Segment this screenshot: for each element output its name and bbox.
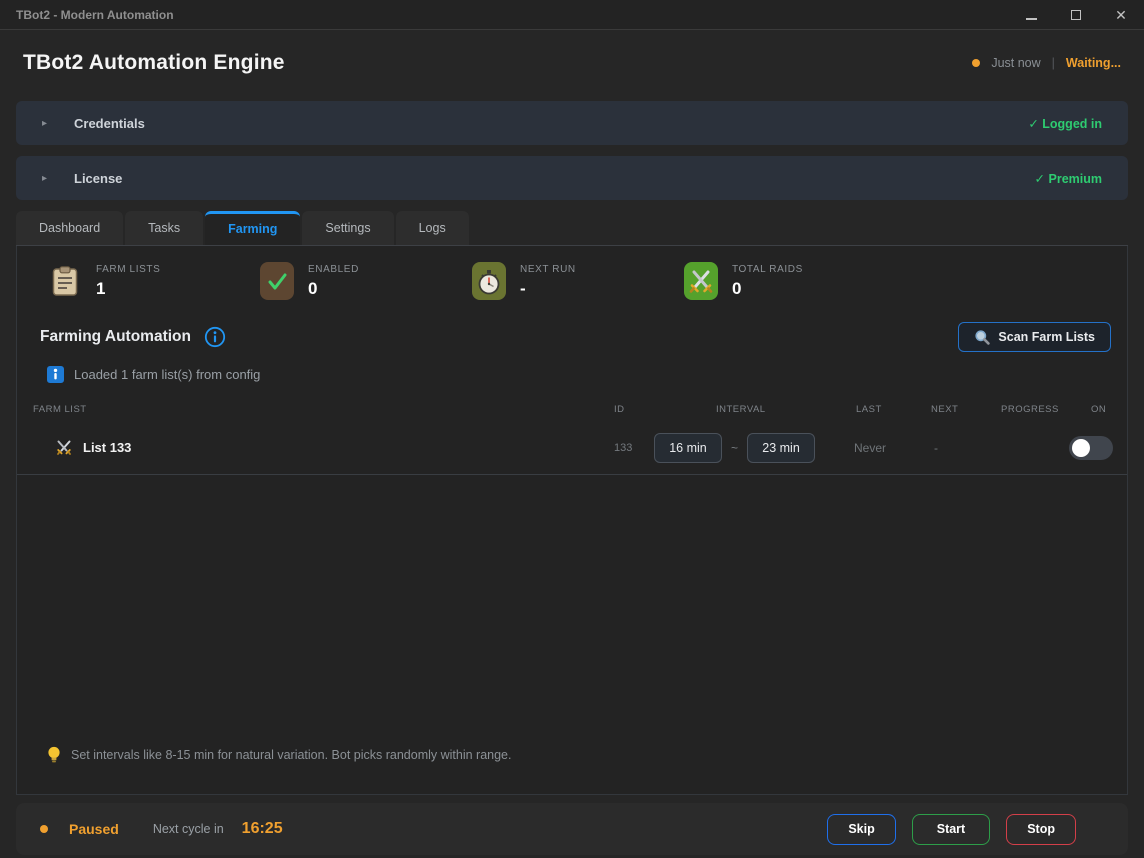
window-title: TBot2 - Modern Automation (16, 8, 174, 22)
header-status: Just now | Waiting... (972, 56, 1121, 70)
close-icon: ✕ (1115, 8, 1127, 22)
farm-list-id: 133 (598, 442, 646, 454)
last-updated-text: Just now (991, 56, 1040, 70)
tab-settings[interactable]: Settings (302, 211, 393, 245)
table-row: List 133 133 ~ Never - (17, 421, 1127, 475)
stat-farm-lists: FARM LISTS 1 (47, 262, 259, 300)
stat-next-run: NEXT RUN - (471, 262, 683, 300)
farm-list-table: FARM LIST ID INTERVAL LAST NEXT PROGRESS… (17, 397, 1127, 746)
stop-button[interactable]: Stop (1006, 814, 1076, 845)
farming-section-head: Farming Automation Scan Farm Lists (40, 322, 1111, 352)
crossed-swords-small-icon (55, 439, 73, 457)
bot-status-text: Waiting... (1066, 56, 1121, 70)
credentials-accordion[interactable]: ▸ Credentials ✓ Logged in (16, 101, 1128, 145)
stat-text: FARM LISTS 1 (96, 264, 160, 299)
stat-label: FARM LISTS (96, 264, 160, 275)
paused-dot-icon (40, 825, 48, 833)
stat-value: - (520, 279, 576, 299)
interval-cell: ~ (646, 433, 836, 463)
app-window: TBot2 - Modern Automation ✕ TBot2 Automa… (0, 0, 1144, 858)
tab-tasks[interactable]: Tasks (125, 211, 203, 245)
skip-button[interactable]: Skip (827, 814, 895, 845)
next-run-cell: - (916, 441, 981, 455)
tip-text: Set intervals like 8-15 min for natural … (71, 748, 511, 762)
farm-list-name: List 133 (83, 440, 131, 455)
status-separator: | (1052, 56, 1055, 70)
info-circle-icon[interactable] (204, 326, 226, 348)
config-info-message: Loaded 1 farm list(s) from config (47, 366, 1111, 383)
stat-value: 0 (308, 279, 359, 299)
stats-row: FARM LISTS 1 ENABLED 0 (17, 246, 1127, 300)
scan-button-label: Scan Farm Lists (998, 330, 1095, 344)
license-accordion[interactable]: ▸ License ✓ Premium (16, 156, 1128, 200)
next-cycle-label: Next cycle in (153, 822, 224, 836)
toggle-knob (1072, 439, 1090, 457)
check-icon (259, 262, 295, 300)
interval-tip: Set intervals like 8-15 min for natural … (17, 746, 1127, 764)
on-cell (1069, 436, 1113, 460)
stat-total-raids: TOTAL RAIDS 0 (683, 262, 895, 300)
chevron-right-icon: ▸ (42, 173, 52, 184)
stat-label: TOTAL RAIDS (732, 264, 803, 275)
info-square-icon (47, 366, 64, 383)
col-id: ID (598, 404, 646, 415)
chevron-right-icon: ▸ (42, 118, 52, 129)
close-button[interactable]: ✕ (1114, 8, 1128, 22)
farming-panel: FARM LISTS 1 ENABLED 0 (16, 246, 1128, 795)
premium-badge: ✓ Premium (1035, 171, 1102, 186)
tab-dashboard[interactable]: Dashboard (16, 211, 123, 245)
bot-state-label: Paused (69, 821, 119, 837)
titlebar: TBot2 - Modern Automation ✕ (0, 0, 1144, 30)
minimize-icon (1026, 18, 1037, 20)
col-on: ON (1069, 404, 1113, 415)
status-dot-icon (972, 59, 980, 67)
magnifier-icon (974, 329, 990, 345)
logged-in-badge: ✓ Logged in (1028, 116, 1102, 131)
col-farm-list: FARM LIST (33, 404, 598, 415)
farm-list-toggle[interactable] (1069, 436, 1113, 460)
interval-max-input[interactable] (747, 433, 815, 463)
interval-separator: ~ (731, 441, 738, 455)
col-interval: INTERVAL (646, 404, 836, 415)
stat-text: TOTAL RAIDS 0 (732, 264, 803, 299)
window-controls: ✕ (1024, 8, 1128, 22)
lightbulb-icon (47, 746, 61, 764)
app-header: TBot2 Automation Engine Just now | Waiti… (0, 30, 1144, 96)
footer-buttons: Skip Start Stop (827, 814, 1076, 845)
farm-list-name-cell: List 133 (33, 439, 598, 457)
countdown-timer: 16:25 (242, 820, 283, 838)
tab-farming[interactable]: Farming (205, 211, 300, 245)
last-run-cell: Never (836, 441, 916, 455)
col-progress: PROGRESS (981, 404, 1069, 415)
tab-bar: Dashboard Tasks Farming Settings Logs (16, 211, 1128, 246)
col-last: LAST (836, 404, 916, 415)
minimize-button[interactable] (1024, 8, 1038, 22)
section-title: Farming Automation (40, 328, 191, 346)
crossed-swords-icon (683, 262, 719, 300)
tab-logs[interactable]: Logs (396, 211, 469, 245)
clipboard-icon (47, 266, 83, 296)
info-message-text: Loaded 1 farm list(s) from config (74, 367, 260, 382)
page-title: TBot2 Automation Engine (23, 51, 285, 75)
footer-bar: Paused Next cycle in 16:25 Skip Start St… (16, 803, 1128, 855)
start-button[interactable]: Start (912, 814, 990, 845)
maximize-icon (1071, 10, 1081, 20)
table-header-row: FARM LIST ID INTERVAL LAST NEXT PROGRESS… (17, 397, 1127, 421)
scan-farm-lists-button[interactable]: Scan Farm Lists (958, 322, 1111, 352)
credentials-label: Credentials (74, 116, 145, 131)
stat-text: NEXT RUN - (520, 264, 576, 299)
stat-enabled: ENABLED 0 (259, 262, 471, 300)
stopwatch-icon (471, 262, 507, 300)
stat-label: NEXT RUN (520, 264, 576, 275)
stat-value: 1 (96, 279, 160, 299)
stat-text: ENABLED 0 (308, 264, 359, 299)
maximize-button[interactable] (1069, 8, 1083, 22)
license-label: License (74, 171, 122, 186)
stat-value: 0 (732, 279, 803, 299)
stat-label: ENABLED (308, 264, 359, 275)
table-empty-space (17, 475, 1127, 746)
interval-min-input[interactable] (654, 433, 722, 463)
col-next: NEXT (916, 404, 981, 415)
